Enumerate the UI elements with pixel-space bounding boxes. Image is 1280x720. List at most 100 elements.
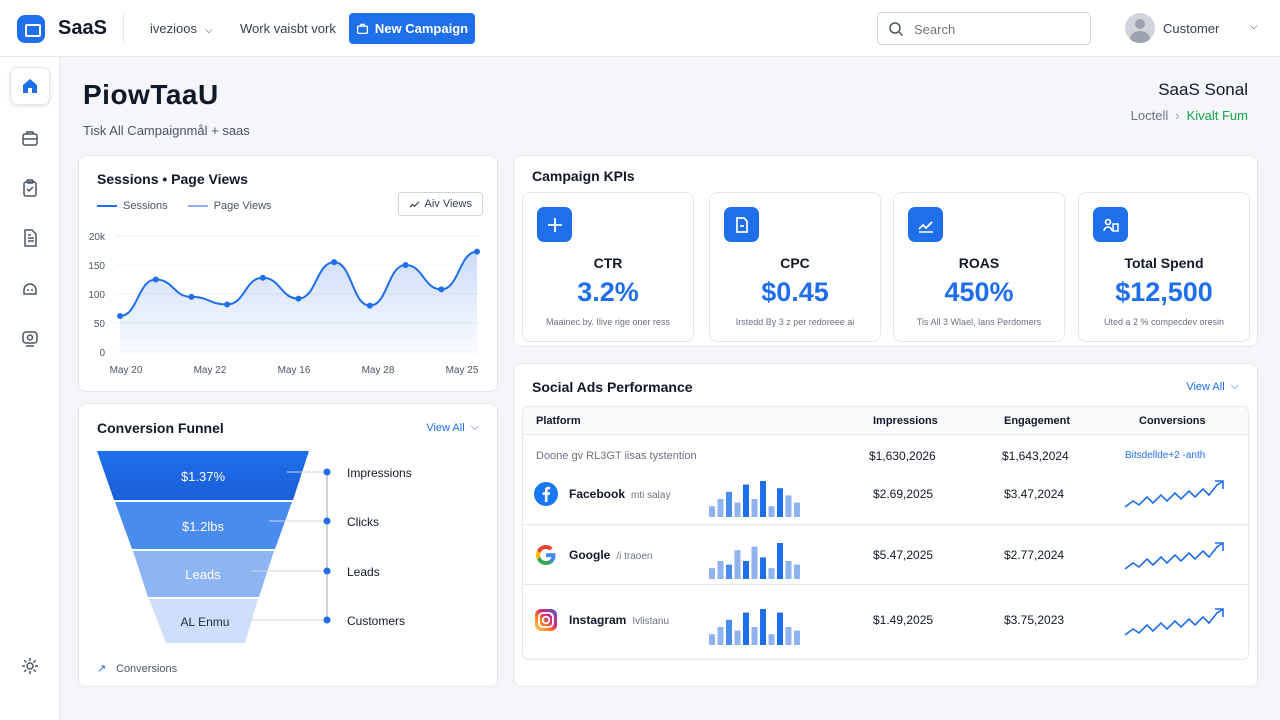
- bar: [734, 550, 741, 579]
- conversion-sparkline: [1124, 542, 1224, 570]
- funnel-stage-label: Clicks: [347, 515, 379, 529]
- data-point[interactable]: [331, 259, 338, 266]
- search-input[interactable]: [914, 20, 1084, 38]
- document-icon: [24, 229, 37, 247]
- new-campaign-button[interactable]: New Campaign: [349, 13, 475, 44]
- briefcase-icon: [22, 131, 38, 146]
- column-header[interactable]: Platform: [536, 415, 581, 427]
- bar: [751, 627, 758, 645]
- kpi-title: Campaign KPIs: [532, 168, 635, 184]
- platform-label: Instagram: [569, 613, 627, 627]
- search-box[interactable]: [877, 12, 1091, 45]
- nav-dropdown[interactable]: ivezioos ⌵: [150, 21, 213, 36]
- table-row[interactable]: Facebook mti salay $2.69,2025 $3.47,2024: [523, 471, 1248, 525]
- summary-label: Doone gv RL3GT iisas tystention: [536, 450, 697, 462]
- camera-icon: [22, 331, 38, 347]
- brand-name[interactable]: SaaS: [58, 17, 107, 40]
- kpi-value: $0.45: [761, 277, 829, 307]
- data-point[interactable]: [402, 262, 409, 268]
- bar: [794, 502, 800, 517]
- logo-icon[interactable]: [17, 15, 45, 43]
- bar: [734, 502, 741, 517]
- sidebar-item-settings[interactable]: [10, 647, 50, 685]
- y-tick-label: 0: [99, 348, 105, 359]
- bar: [760, 481, 766, 517]
- data-point[interactable]: [152, 276, 159, 283]
- facebook-icon: [534, 482, 558, 506]
- new-campaign-label: New Campaign: [374, 21, 469, 36]
- sidebar-item-home[interactable]: [10, 67, 50, 105]
- row-bar-chart: [709, 609, 800, 645]
- data-point[interactable]: [366, 302, 373, 309]
- bar: [760, 557, 766, 579]
- column-header[interactable]: Conversions: [1139, 415, 1206, 427]
- platform-name: Google/i traoen: [569, 548, 652, 562]
- bar: [717, 627, 724, 645]
- avatar[interactable]: [1125, 13, 1155, 43]
- kpi-total-spend[interactable]: Total Spend $12,500 Uted a 2 % compecdev…: [1078, 192, 1250, 342]
- bar: [726, 619, 732, 645]
- table-row[interactable]: Google/i traoen $5.47,2025 $2.77,2024: [523, 525, 1248, 585]
- impressions-value: $5.47,2025: [873, 548, 934, 562]
- instagram-icon: [535, 609, 557, 631]
- funnel-stage-value: AL Enmu: [181, 615, 230, 629]
- y-tick-label: 50: [94, 319, 106, 330]
- column-header[interactable]: Impressions: [873, 415, 938, 427]
- organization-name: SaaS Sonal: [1158, 80, 1248, 99]
- table-header: Platform Impressions Engagement Conversi…: [523, 407, 1248, 435]
- bar: [768, 506, 775, 517]
- briefcase-icon: [356, 23, 368, 35]
- y-tick-label: 100: [88, 290, 105, 301]
- kpi-cpc[interactable]: CPC $0.45 Irstedd By 3 z per redoreee ai: [709, 192, 881, 342]
- x-tick-label: May 20: [110, 365, 143, 376]
- funnel-dot: [323, 517, 331, 525]
- data-point[interactable]: [259, 274, 266, 281]
- bar: [777, 612, 783, 645]
- summary-engagement: $1,643,2024: [1002, 449, 1069, 463]
- x-tick-label: May 28: [362, 365, 395, 376]
- table-row[interactable]: Instagram Ivlistanu $1.49,2025 $3.75,2023: [523, 585, 1248, 659]
- bar: [777, 488, 783, 517]
- data-point[interactable]: [474, 248, 480, 255]
- column-header[interactable]: Engagement: [1004, 415, 1070, 427]
- user-name[interactable]: Customer: [1163, 21, 1219, 36]
- clipboard-icon: [23, 179, 37, 197]
- data-point[interactable]: [188, 293, 195, 300]
- bar: [751, 499, 758, 517]
- chevron-down-icon: ⌵: [1230, 380, 1239, 392]
- data-point[interactable]: [224, 301, 231, 308]
- sidebar-item-tasks[interactable]: [10, 169, 50, 207]
- top-bar: SaaS ivezioos ⌵ Work vaisbt vork New Camp…: [0, 0, 1280, 57]
- funnel-stage-label: Impressions: [347, 466, 412, 480]
- bar: [709, 568, 715, 579]
- data-point[interactable]: [295, 295, 302, 302]
- sidebar-item-campaigns[interactable]: [10, 119, 50, 157]
- conversion-sparkline: [1124, 480, 1224, 508]
- bar: [768, 634, 775, 645]
- bar: [785, 495, 792, 517]
- kpi-ctr[interactable]: CTR 3.2% Maainec by. Ilive rige oner res…: [522, 192, 694, 342]
- sidebar-item-support[interactable]: [10, 269, 50, 307]
- chevron-down-icon[interactable]: ⌵: [1250, 21, 1258, 32]
- sidebar-item-documents[interactable]: [10, 219, 50, 257]
- nav-link-work[interactable]: Work vaisbt vork: [240, 21, 336, 36]
- social-view-all-link[interactable]: View All ⌵: [1186, 380, 1239, 393]
- kpi-value: $12,500: [1115, 277, 1213, 307]
- conversion-sparkline: [1124, 608, 1224, 636]
- social-ads-card: Social Ads Performance View All ⌵ Platfor…: [513, 363, 1258, 687]
- funnel-dot: [323, 616, 331, 624]
- sidebar: [0, 57, 60, 720]
- sidebar-item-media[interactable]: [10, 319, 50, 357]
- kpi-label: Total Spend: [1124, 255, 1204, 271]
- breadcrumb-item[interactable]: Loctell: [1131, 108, 1169, 123]
- platform-sub: /i traoen: [616, 551, 653, 562]
- row-bar-chart: [709, 481, 800, 517]
- platform-name: Instagram Ivlistanu: [569, 613, 669, 627]
- kpi-value: 3.2%: [577, 277, 639, 307]
- impressions-value: $1.49,2025: [873, 613, 934, 627]
- kpi-roas[interactable]: ROAS 450% Tis All 3 Wlael, lans Perdomer…: [893, 192, 1065, 342]
- data-point[interactable]: [117, 313, 123, 320]
- summary-conversions: Bitsdellde+2 -anth: [1125, 450, 1206, 461]
- funnel-footer-label[interactable]: Conversions: [116, 663, 178, 675]
- data-point[interactable]: [438, 286, 445, 293]
